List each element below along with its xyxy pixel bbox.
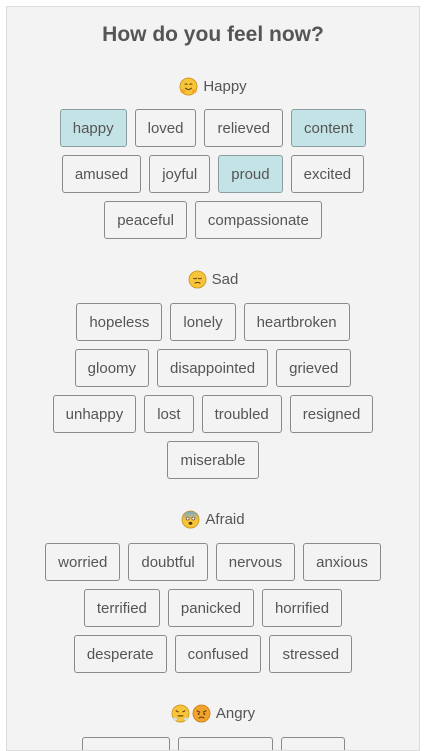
hugging-face-icon [179, 77, 198, 96]
feeling-chip-desperate[interactable]: desperate [73, 635, 167, 673]
feeling-chip-lonely[interactable]: lonely [170, 303, 236, 341]
feeling-chip-loved[interactable]: loved [134, 109, 197, 147]
section-label-afraid: Afraid [205, 511, 245, 528]
feeling-chip-compassionate[interactable]: compassionate [194, 201, 322, 239]
feeling-chip-stressed[interactable]: stressed [269, 635, 353, 673]
pensive-face-icon [188, 270, 207, 289]
feeling-chip-worried[interactable]: worried [45, 543, 121, 581]
feeling-chip-relieved[interactable]: relieved [204, 109, 284, 147]
feeling-chip-nervous[interactable]: nervous [215, 543, 296, 581]
page-title: How do you feel now? [102, 23, 324, 46]
chip-row: terrified panicked horrified [7, 589, 419, 627]
section-header-sad: Sad [7, 270, 419, 289]
fearful-face-icon [181, 510, 200, 529]
feeling-chip-cutoff[interactable] [280, 737, 345, 750]
feeling-chip-confused[interactable]: confused [174, 635, 262, 673]
feeling-chip-panicked[interactable]: panicked [167, 589, 254, 627]
feeling-chip-cutoff[interactable] [81, 737, 170, 750]
feeling-chip-hopeless[interactable]: hopeless [76, 303, 163, 341]
chip-row: miserable [7, 441, 419, 479]
chip-row-partial [7, 737, 419, 750]
chip-row: worried doubtful nervous anxious [7, 543, 419, 581]
feeling-chip-peaceful[interactable]: peaceful [104, 201, 187, 239]
feeling-chip-resigned[interactable]: resigned [289, 395, 374, 433]
chip-row: desperate confused stressed [7, 635, 419, 673]
section-header-happy: Happy [7, 77, 419, 96]
feeling-chip-horrified[interactable]: horrified [261, 589, 343, 627]
feeling-chip-happy[interactable]: happy [59, 109, 127, 147]
section-label-angry: Angry [215, 705, 256, 722]
section-header-afraid: Afraid [7, 510, 419, 529]
section-label-happy: Happy [203, 78, 247, 95]
feeling-chip-excited[interactable]: excited [290, 155, 365, 193]
chip-row: happy loved relieved content [7, 109, 419, 147]
feeling-chip-anxious[interactable]: anxious [303, 543, 381, 581]
feeling-chip-unhappy[interactable]: unhappy [52, 395, 137, 433]
chip-row: peaceful compassionate [7, 201, 419, 239]
chip-row: gloomy disappointed grieved [7, 349, 419, 387]
feeling-chip-disappointed[interactable]: disappointed [157, 349, 269, 387]
section-label-sad: Sad [211, 271, 239, 288]
section-header-angry: Angry [7, 704, 419, 723]
feeling-chip-troubled[interactable]: troubled [201, 395, 282, 433]
feeling-chip-terrified[interactable]: terrified [83, 589, 160, 627]
feeling-chip-content[interactable]: content [291, 109, 367, 147]
feeling-chip-cutoff[interactable] [177, 737, 273, 750]
feeling-chip-miserable[interactable]: miserable [167, 441, 259, 479]
feelings-card: How do you feel now? Happy happy loved r… [6, 6, 420, 751]
feeling-chip-doubtful[interactable]: doubtful [128, 543, 208, 581]
feeling-chip-proud[interactable]: proud [218, 155, 283, 193]
chip-row: unhappy lost troubled resigned [7, 395, 419, 433]
chip-row: hopeless lonely heartbroken [7, 303, 419, 341]
feeling-chip-lost[interactable]: lost [144, 395, 194, 433]
feeling-chip-joyful[interactable]: joyful [149, 155, 211, 193]
feeling-chip-gloomy[interactable]: gloomy [74, 349, 150, 387]
feeling-chip-heartbroken[interactable]: heartbroken [243, 303, 350, 341]
feeling-chip-amused[interactable]: amused [61, 155, 142, 193]
steam-face-icon [171, 704, 190, 723]
feeling-chip-grieved[interactable]: grieved [276, 349, 352, 387]
chip-row: amused joyful proud excited [7, 155, 419, 193]
angry-face-icon [192, 704, 211, 723]
